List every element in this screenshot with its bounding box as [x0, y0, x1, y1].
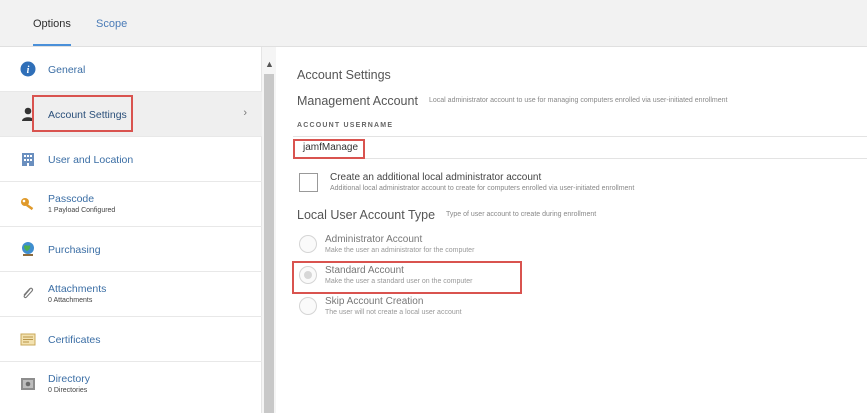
- annotation-highlight: [293, 139, 365, 159]
- directory-icon: [19, 375, 37, 393]
- radio-label: Skip Account Creation: [325, 296, 424, 307]
- additional-admin-description: Additional local administrator account t…: [330, 185, 635, 192]
- sidebar-item-label: Attachments: [48, 283, 107, 295]
- paperclip-icon: [19, 285, 37, 303]
- account-type-heading: Local User Account Type: [297, 208, 436, 222]
- scrollbar-thumb[interactable]: [264, 74, 274, 413]
- sidebar-item-sublabel: 0 Directories: [48, 387, 88, 394]
- radio-skip-account-creation[interactable]: [299, 297, 317, 315]
- radio-description: The user will not create a local user ac…: [325, 309, 462, 316]
- sidebar-item-user-and-location[interactable]: User and Location: [0, 137, 262, 182]
- certificate-icon: [19, 330, 37, 348]
- info-icon: i: [19, 60, 37, 78]
- sidebar-scrollbar[interactable]: ▲: [262, 47, 276, 413]
- svg-text:i: i: [27, 65, 30, 76]
- radio-label: Administrator Account: [325, 234, 423, 245]
- management-account-heading: Management Account: [297, 94, 418, 108]
- management-account-description: Local administrator account to use for m…: [429, 97, 728, 104]
- sidebar-item-label: Purchasing: [48, 244, 101, 256]
- tab-scope[interactable]: Scope: [96, 18, 127, 30]
- sidebar-item-label: General: [48, 64, 86, 76]
- account-type-description: Type of user account to create during en…: [446, 211, 597, 218]
- sidebar-item-sublabel: 1 Payload Configured: [48, 207, 116, 214]
- sidebar-item-directory[interactable]: Directory 0 Directories: [0, 362, 262, 407]
- radio-description: Make the user an administrator for the c…: [325, 247, 475, 254]
- globe-icon: [19, 240, 37, 258]
- annotation-highlight: [292, 261, 522, 294]
- account-username-label: ACCOUNT USERNAME: [297, 122, 394, 129]
- additional-admin-checkbox[interactable]: [299, 173, 318, 192]
- sidebar-item-label: Passcode: [48, 193, 95, 205]
- chevron-right-icon: ›: [243, 107, 247, 119]
- sidebar-item-passcode[interactable]: Passcode 1 Payload Configured: [0, 182, 262, 227]
- payload-sidebar: i General Account Settings › User and Lo…: [0, 47, 262, 413]
- sidebar-item-purchasing[interactable]: Purchasing: [0, 227, 262, 272]
- sidebar-item-attachments[interactable]: Attachments 0 Attachments: [0, 272, 262, 317]
- annotation-highlight: [32, 95, 133, 132]
- account-settings-panel: Account Settings Management Account Loca…: [276, 47, 867, 413]
- building-icon: [19, 150, 37, 168]
- key-icon: [19, 195, 37, 213]
- radio-administrator-account[interactable]: [299, 235, 317, 253]
- tab-bar: Options Scope: [0, 0, 867, 47]
- account-username-field[interactable]: [293, 136, 867, 159]
- sidebar-item-label: Certificates: [48, 334, 101, 346]
- sidebar-item-account-settings[interactable]: Account Settings ›: [0, 92, 262, 137]
- sidebar-item-label: Directory: [48, 373, 91, 385]
- additional-admin-label: Create an additional local administrator…: [330, 172, 542, 183]
- page-title: Account Settings: [297, 68, 391, 82]
- sidebar-item-label: User and Location: [48, 154, 134, 166]
- active-tab-indicator: [33, 44, 71, 46]
- tab-options[interactable]: Options: [33, 18, 71, 30]
- scroll-up-icon[interactable]: ▲: [265, 59, 274, 69]
- sidebar-item-sublabel: 0 Attachments: [48, 297, 93, 304]
- sidebar-item-certificates[interactable]: Certificates: [0, 317, 262, 362]
- sidebar-item-general[interactable]: i General: [0, 47, 262, 92]
